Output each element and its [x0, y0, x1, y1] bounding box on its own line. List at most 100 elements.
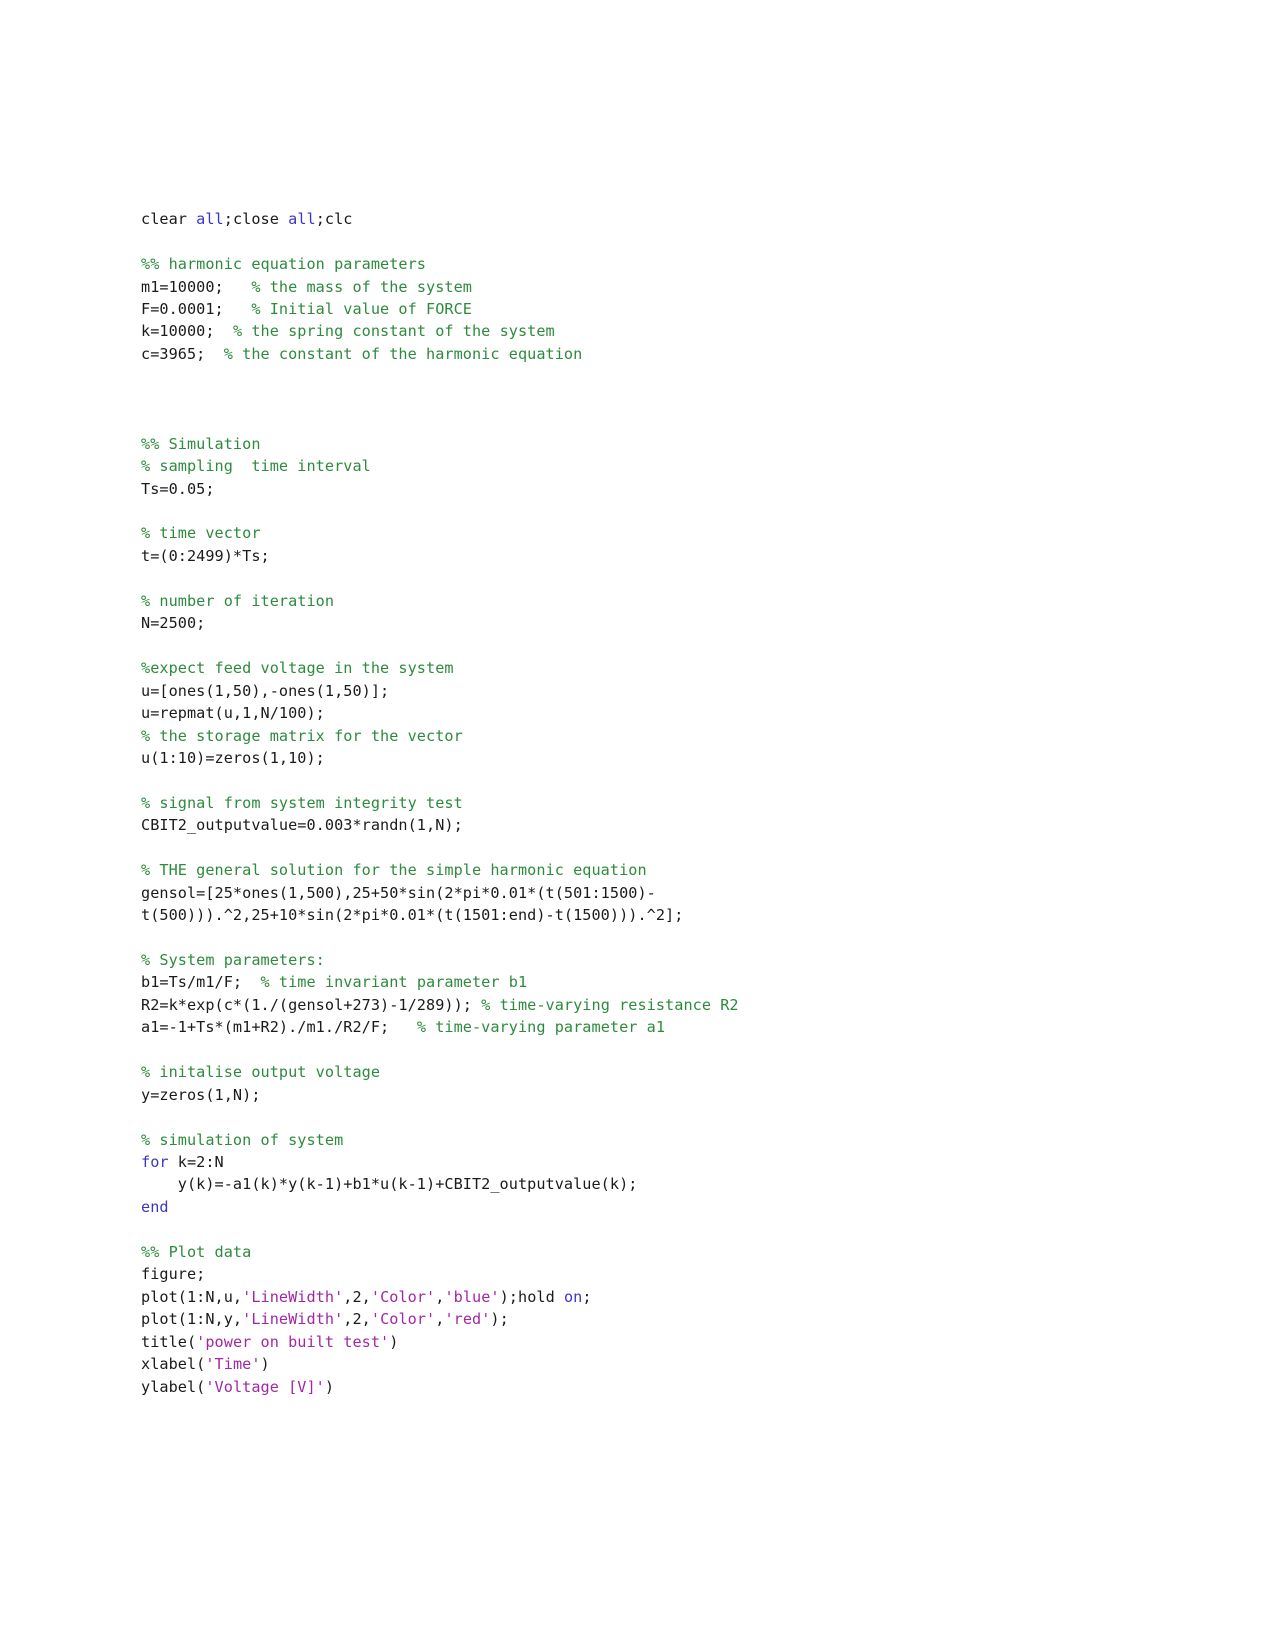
- code-token-code: ): [324, 1377, 335, 1396]
- code-line: title('power on built test'): [141, 1331, 1201, 1353]
- code-token-code: Ts=0.05;: [141, 479, 215, 498]
- code-line: for k=2:N: [141, 1151, 1201, 1173]
- code-line: u=repmat(u,1,N/100);: [141, 702, 1201, 724]
- code-token-string: 'blue': [444, 1287, 500, 1306]
- code-line: u(1:10)=zeros(1,10);: [141, 747, 1201, 769]
- code-token-string: 'power on built test': [196, 1332, 390, 1351]
- code-token-code: t(500))).^2,25+10*sin(2*pi*0.01*(t(1501:…: [141, 906, 684, 925]
- code-token-comment: %% harmonic equation parameters: [141, 255, 427, 274]
- code-token-comment: % THE general solution for the simple ha…: [141, 861, 647, 880]
- code-token-keyword: all: [288, 210, 316, 229]
- code-line: % time vector: [141, 522, 1201, 544]
- code-line: t(500))).^2,25+10*sin(2*pi*0.01*(t(1501:…: [141, 904, 1201, 926]
- code-token-code: ;close: [223, 210, 289, 229]
- code-line: %% Plot data: [141, 1241, 1201, 1263]
- code-line: end: [141, 1196, 1201, 1218]
- code-line: Ts=0.05;: [141, 478, 1201, 500]
- code-token-code: ;: [582, 1287, 592, 1306]
- code-line: % System parameters:: [141, 949, 1201, 971]
- code-token-comment: % simulation of system: [141, 1130, 344, 1149]
- code-line: y(k)=-a1(k)*y(k-1)+b1*u(k-1)+CBIT2_outpu…: [141, 1173, 1201, 1195]
- code-line: CBIT2_outputvalue=0.003*randn(1,N);: [141, 814, 1201, 836]
- code-token-code: N=2500;: [141, 614, 206, 633]
- code-token-string: 'Time': [205, 1355, 261, 1374]
- code-token-code: );hold: [499, 1287, 564, 1306]
- code-line: % THE general solution for the simple ha…: [141, 859, 1201, 881]
- code-token-code: ): [389, 1332, 399, 1351]
- code-token-code: );: [490, 1310, 509, 1329]
- code-line: % sampling time interval: [141, 455, 1201, 477]
- code-line: %% Simulation: [141, 433, 1201, 455]
- code-line: u=[ones(1,50),-ones(1,50)];: [141, 680, 1201, 702]
- code-line: m1=10000; % the mass of the system: [141, 276, 1201, 298]
- code-line: b1=Ts/m1/F; % time invariant parameter b…: [141, 971, 1201, 993]
- code-line: a1=-1+Ts*(m1+R2)./m1./R2/F; % time-varyi…: [141, 1016, 1201, 1038]
- code-token-code: plot(1:N,y,: [141, 1310, 243, 1329]
- code-line: c=3965; % the constant of the harmonic e…: [141, 343, 1201, 365]
- code-line: y=zeros(1,N);: [141, 1084, 1201, 1106]
- code-token-comment: % sampling time interval: [141, 457, 371, 476]
- code-token-comment: % the mass of the system: [223, 277, 472, 296]
- code-line: R2=k*exp(c*(1./(gensol+273)-1/289)); % t…: [141, 994, 1201, 1016]
- code-token-string: 'LineWidth': [242, 1287, 344, 1306]
- code-token-code: CBIT2_outputvalue=0.003*randn(1,N);: [141, 816, 463, 835]
- code-token-code: ylabel(: [141, 1377, 206, 1396]
- document-page: clear all;close all;clc %% harmonic equa…: [0, 0, 1275, 1650]
- code-token-code: ,2,: [343, 1287, 371, 1306]
- code-token-code: b1=Ts/m1/F;: [141, 973, 243, 992]
- code-token-comment: % System parameters:: [141, 950, 325, 969]
- code-token-comment: % signal from system integrity test: [141, 793, 463, 812]
- code-token-comment: % time vector: [141, 524, 261, 543]
- code-token-code: clear: [141, 210, 197, 229]
- code-line: %% harmonic equation parameters: [141, 253, 1201, 275]
- code-token-code: title(: [141, 1332, 197, 1351]
- code-token-code: k=2:N: [168, 1153, 224, 1172]
- code-token-comment: %% Simulation: [141, 434, 261, 453]
- code-token-code: y=zeros(1,N);: [141, 1085, 261, 1104]
- code-token-keyword: on: [563, 1287, 583, 1306]
- code-line: gensol=[25*ones(1,500),25+50*sin(2*pi*0.…: [141, 882, 1201, 904]
- code-token-code: ,2,: [343, 1310, 371, 1329]
- code-token-code: a1=-1+Ts*(m1+R2)./m1./R2/F;: [141, 1018, 390, 1037]
- code-line: ylabel('Voltage [V]'): [141, 1376, 1201, 1398]
- code-line: % initalise output voltage: [141, 1061, 1201, 1083]
- code-token-keyword: all: [196, 210, 224, 229]
- code-token-comment: % the spring constant of the system: [214, 322, 555, 341]
- code-line: %expect feed voltage in the system: [141, 657, 1201, 679]
- code-token-string: 'red': [444, 1310, 491, 1329]
- code-token-code: xlabel(: [141, 1355, 206, 1374]
- code-line: clear all;close all;clc: [141, 208, 1201, 230]
- code-line: plot(1:N,u,'LineWidth',2,'Color','blue')…: [141, 1286, 1201, 1308]
- code-token-comment: %% Plot data: [141, 1242, 252, 1261]
- code-token-comment: % time invariant parameter b1: [242, 973, 528, 992]
- code-token-keyword: end: [141, 1197, 169, 1216]
- code-line: % signal from system integrity test: [141, 792, 1201, 814]
- code-token-code: gensol=[25*ones(1,500),25+50*sin(2*pi*0.…: [141, 883, 656, 902]
- code-line: xlabel('Time'): [141, 1353, 1201, 1375]
- code-line: % simulation of system: [141, 1129, 1201, 1151]
- code-token-code: ): [260, 1355, 270, 1374]
- code-line: F=0.0001; % Initial value of FORCE: [141, 298, 1201, 320]
- code-token-comment: % Initial value of FORCE: [223, 299, 472, 318]
- code-token-comment: % number of iteration: [141, 591, 335, 610]
- code-token-code: ;clc: [315, 210, 353, 229]
- code-token-comment: % time-varying parameter a1: [389, 1018, 666, 1037]
- code-line: k=10000; % the spring constant of the sy…: [141, 320, 1201, 342]
- code-token-code: R2=k*exp(c*(1./(gensol+273)-1/289));: [141, 995, 472, 1014]
- code-token-code: t=(0:2499)*Ts;: [141, 546, 270, 565]
- code-token-code: k=10000;: [141, 322, 215, 341]
- code-token-code: F=0.0001;: [141, 299, 224, 318]
- code-token-code: u=[ones(1,50),-ones(1,50)];: [141, 681, 390, 700]
- code-token-comment: %expect feed voltage in the system: [141, 659, 454, 678]
